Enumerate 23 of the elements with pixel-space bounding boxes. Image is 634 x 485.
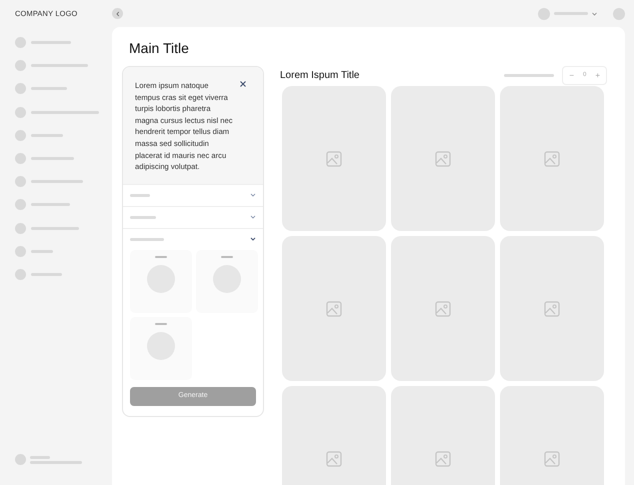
- increment-button[interactable]: +: [593, 72, 602, 80]
- image-icon: [435, 450, 451, 466]
- image-icon: [544, 300, 560, 316]
- image-icon: [326, 300, 342, 316]
- page-title: Main Title: [129, 39, 190, 57]
- image-icon: [435, 300, 451, 316]
- option-card[interactable]: [130, 250, 192, 313]
- image-icon: [326, 150, 342, 166]
- image-icon: [544, 450, 560, 466]
- option-card[interactable]: [196, 250, 258, 313]
- image-icon: [544, 150, 560, 166]
- image-icon: [435, 150, 451, 166]
- image-icon: [326, 450, 342, 466]
- avatar[interactable]: [613, 8, 625, 20]
- option-card[interactable]: [130, 316, 192, 380]
- close-button[interactable]: [239, 80, 247, 88]
- decrement-button[interactable]: −: [567, 72, 576, 80]
- chevron-down-icon: [592, 12, 597, 16]
- chevron-left-icon: [114, 10, 120, 16]
- user-menu[interactable]: [538, 8, 597, 20]
- section-title: Lorem Ispum Title: [280, 69, 360, 83]
- placeholder-line: [504, 74, 554, 77]
- back-button[interactable]: [112, 8, 123, 19]
